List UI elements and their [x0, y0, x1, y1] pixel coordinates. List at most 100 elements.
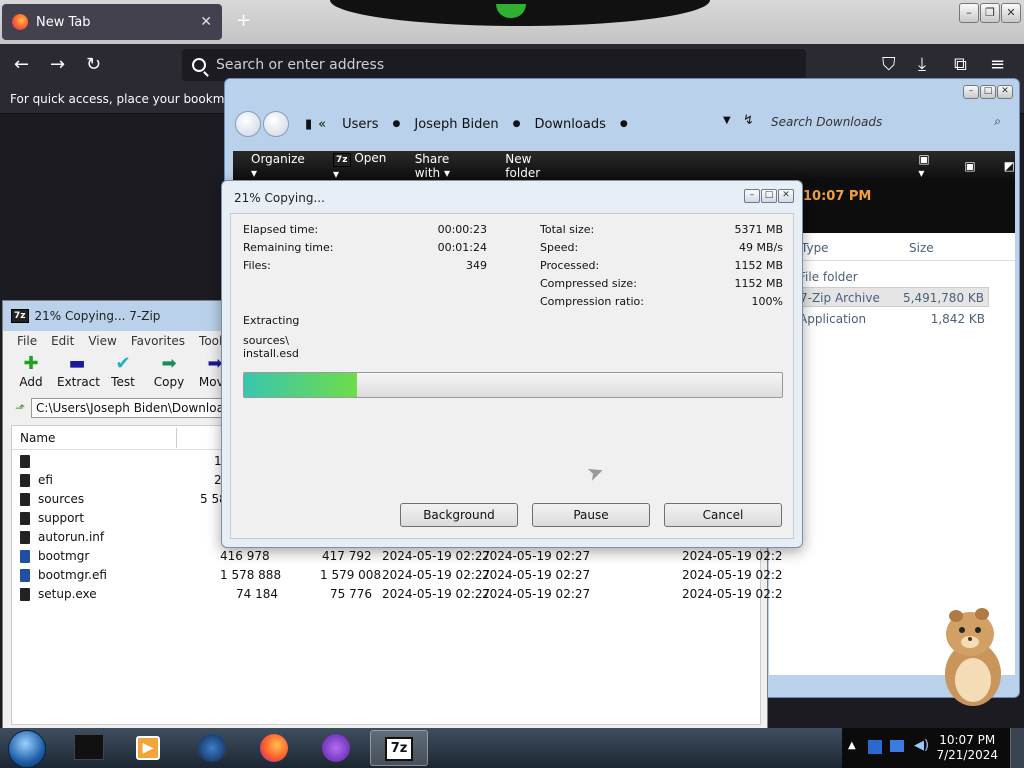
breadcrumb-separator-icon[interactable]: ● — [513, 119, 521, 129]
download-icon[interactable]: ⤓ — [918, 54, 926, 75]
explorer-clock-text: 10:07 PM — [803, 189, 872, 204]
taskbar-media-player[interactable]: ▶ — [122, 730, 180, 766]
explorer-maximize-button[interactable]: □ — [980, 85, 996, 99]
copy-button[interactable]: ➡ Copy — [149, 351, 189, 397]
file-icon — [20, 569, 30, 582]
explorer-search-input[interactable]: Search Downloads ⌕ — [765, 111, 1005, 135]
extensions-icon[interactable]: ⧉ — [954, 54, 967, 75]
files-label: Files: — [243, 259, 271, 272]
files-value: 349 — [466, 259, 487, 272]
explorer-command-bar: Organize ▾ 7z Open ▾ Share with ▾ New fo… — [233, 151, 1015, 181]
compression-ratio-label: Compression ratio: — [540, 295, 644, 308]
breadcrumb-users[interactable]: Users — [342, 117, 378, 132]
url-placeholder: Search or enter address — [216, 57, 385, 73]
breadcrumb-joseph-biden[interactable]: Joseph Biden — [414, 117, 498, 132]
7zip-icon: 7z — [11, 309, 29, 323]
new-tab-button[interactable]: + — [236, 10, 251, 31]
help-icon[interactable]: ◩ — [1004, 159, 1015, 173]
breadcrumb-downloads[interactable]: Downloads — [534, 117, 605, 132]
breadcrumb-separator-icon[interactable]: ● — [393, 119, 401, 129]
clock[interactable]: 10:07 PM 7/21/2024 — [936, 733, 998, 763]
refresh-icon[interactable]: ↯ — [743, 113, 754, 128]
compressed-size-value: 1152 MB — [734, 277, 783, 290]
menu-icon[interactable]: ≡ — [990, 54, 1005, 75]
reload-icon[interactable]: ↻ — [86, 54, 101, 75]
up-folder-icon[interactable]: ⬏ — [15, 401, 25, 415]
network-icon[interactable] — [890, 740, 904, 752]
breadcrumb-separator-icon[interactable]: ● — [620, 119, 628, 129]
taskbar-firefox[interactable] — [246, 730, 304, 766]
preview-pane-icon[interactable]: ▣ — [964, 159, 975, 173]
table-row[interactable]: bootmgr.efi 1 578 888 1 579 008 2024-05-… — [12, 566, 783, 585]
show-desktop-button[interactable] — [1010, 728, 1024, 768]
open-button[interactable]: 7z Open ▾ — [333, 151, 387, 181]
close-tab-icon[interactable]: ✕ — [200, 14, 212, 30]
copy-progress-bar — [243, 372, 783, 398]
current-file: install.esd — [243, 347, 299, 360]
pause-button[interactable]: Pause — [532, 503, 650, 527]
column-size[interactable]: Size — [909, 241, 934, 255]
column-name[interactable]: Name — [20, 431, 55, 445]
taskbar-terminal[interactable] — [60, 730, 118, 766]
tray-expand-icon[interactable]: ▲ — [848, 740, 856, 751]
tray-app-icon[interactable] — [868, 740, 882, 754]
pocket-icon[interactable]: ⛉ — [882, 54, 896, 75]
dialog-maximize-button[interactable]: □ — [761, 189, 777, 203]
elapsed-value: 00:00:23 — [437, 223, 487, 236]
forward-icon[interactable]: → — [50, 54, 65, 75]
background-button[interactable]: Background — [400, 503, 518, 527]
organize-button[interactable]: Organize ▾ — [251, 152, 305, 180]
explorer-forward-button[interactable] — [263, 111, 289, 137]
file-icon — [20, 550, 30, 563]
add-button[interactable]: ✚ Add — [11, 351, 51, 397]
history-dropdown-icon[interactable]: ▼ — [723, 115, 731, 126]
globe-icon — [198, 734, 226, 762]
menu-view[interactable]: View — [88, 334, 116, 348]
operation-status: Extracting — [243, 314, 300, 327]
share-with-button[interactable]: Share with ▾ — [415, 152, 478, 180]
current-directory: sources\ — [243, 334, 289, 347]
cancel-button[interactable]: Cancel — [664, 503, 782, 527]
dialog-close-button[interactable]: ✕ — [778, 189, 794, 203]
media-player-icon: ▶ — [136, 736, 160, 760]
extract-button[interactable]: ▬ Extract — [57, 351, 100, 397]
tab-new-tab[interactable]: New Tab ✕ — [2, 4, 222, 40]
7zip-icon: 7z — [385, 737, 413, 761]
menu-edit[interactable]: Edit — [51, 334, 74, 348]
explorer-back-button[interactable] — [235, 111, 261, 137]
new-folder-button[interactable]: New folder — [505, 152, 560, 180]
volume-icon[interactable]: ◀) — [914, 738, 929, 753]
clock-date: 7/21/2024 — [936, 748, 998, 762]
terminal-icon — [74, 734, 104, 760]
explorer-minimize-button[interactable]: – — [963, 85, 979, 99]
view-options-icon[interactable]: ▣ ▾ — [918, 152, 936, 180]
folder-icon — [20, 455, 30, 468]
column-type[interactable]: Type — [801, 241, 829, 255]
explorer-search-icon[interactable]: ⌕ — [994, 114, 1001, 129]
breadcrumb: Users ● Joseph Biden ● Downloads ● — [342, 117, 628, 132]
start-button[interactable] — [8, 730, 46, 768]
restore-button[interactable]: ❐ — [980, 3, 1000, 23]
dialog-minimize-button[interactable]: – — [744, 189, 760, 203]
explorer-close-button[interactable]: ✕ — [997, 85, 1013, 99]
minimize-button[interactable]: – — [959, 3, 979, 23]
overflow-crumb-icon[interactable]: « — [318, 117, 326, 132]
test-button[interactable]: ✔ Test — [103, 351, 143, 397]
url-bar[interactable]: Search or enter address — [182, 49, 806, 81]
speed-value: 49 MB/s — [739, 241, 783, 254]
total-size-label: Total size: — [540, 223, 595, 236]
taskbar-tor[interactable] — [308, 730, 366, 766]
explorer-search-placeholder: Search Downloads — [771, 115, 883, 129]
browser-tabbar: New Tab ✕ + – ❐ ✕ — [0, 0, 1024, 44]
taskbar-7zip[interactable]: 7z — [370, 730, 428, 766]
browser-window-controls: – ❐ ✕ — [959, 3, 1021, 23]
taskbar-globe[interactable] — [184, 730, 242, 766]
menu-file[interactable]: File — [17, 334, 37, 348]
close-button[interactable]: ✕ — [1001, 3, 1021, 23]
check-icon: ✔ — [115, 353, 131, 374]
table-row[interactable]: setup.exe 74 184 75 776 2024-05-19 02:27… — [12, 585, 783, 604]
table-row[interactable]: bootmgr 416 978 417 792 2024-05-19 02:27… — [12, 547, 783, 566]
menu-favorites[interactable]: Favorites — [131, 334, 185, 348]
explorer-list-header: Type Size — [769, 233, 1015, 261]
back-icon[interactable]: ← — [14, 54, 29, 75]
